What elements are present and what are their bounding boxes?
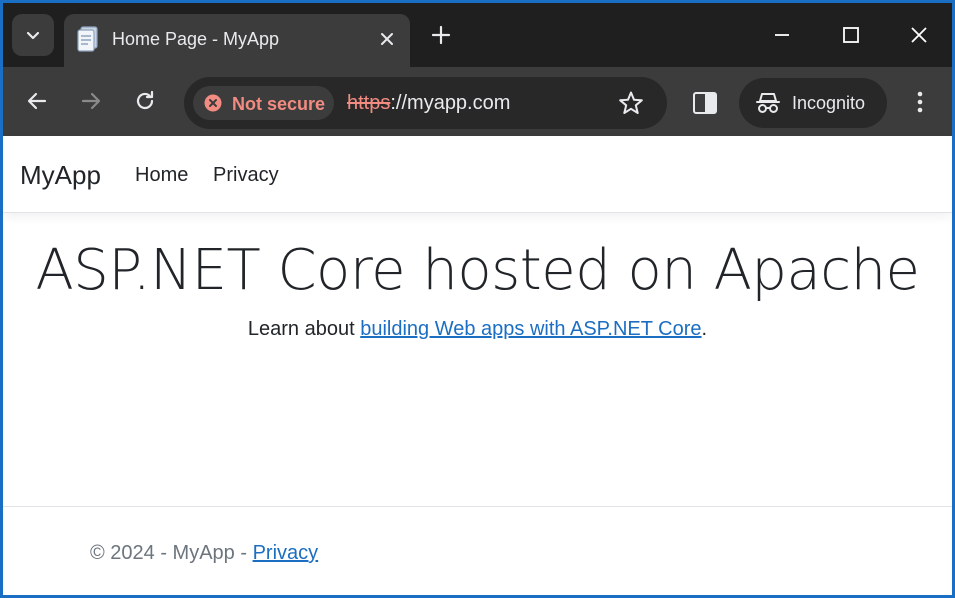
lead-prefix: Learn about <box>247 318 361 340</box>
arrow-right-icon <box>81 92 101 110</box>
docs-link[interactable]: building Web apps with ASP.NET Core <box>360 318 701 340</box>
active-tab[interactable]: Home Page - MyApp <box>64 14 410 67</box>
warning-circle-icon <box>204 94 222 112</box>
nav-link-privacy[interactable]: Privacy <box>213 164 279 187</box>
minimize-icon <box>775 34 789 36</box>
url-host: ://myapp.com <box>390 92 511 114</box>
tab-title: Home Page - MyApp <box>112 29 280 49</box>
brand-link[interactable]: MyApp <box>20 160 101 191</box>
browser-toolbar: Not secure https://myapp.com Incognito <box>3 67 952 136</box>
security-chip-label: Not secure <box>232 94 326 114</box>
chevron-down-icon <box>26 31 40 40</box>
url-scheme: https <box>347 92 391 114</box>
web-page: MyApp Home Privacy ASP.NET Core hosted o… <box>3 136 952 595</box>
page-title: ASP.NET Core hosted on Apache <box>35 238 920 303</box>
incognito-icon <box>756 93 780 113</box>
window-close-button[interactable] <box>905 21 933 49</box>
site-footer: © 2024 - MyApp - Privacy <box>3 506 952 595</box>
forward-button[interactable] <box>77 87 105 115</box>
minimize-button[interactable] <box>768 21 796 49</box>
star-icon[interactable] <box>618 90 644 116</box>
plus-icon[interactable] <box>430 24 452 46</box>
tab-strip: Home Page - MyApp <box>3 3 952 67</box>
browser-window: Home Page - MyApp Not secure https://mya… <box>3 3 952 595</box>
address-bar[interactable]: Not secure https://myapp.com <box>184 77 667 129</box>
footer-privacy-link[interactable]: Privacy <box>253 542 319 564</box>
footer-text: © 2024 - MyApp - Privacy <box>90 542 318 565</box>
maximize-button[interactable] <box>837 21 865 49</box>
nav-link-home[interactable]: Home <box>135 164 188 187</box>
url-text[interactable]: https://myapp.com <box>347 92 510 115</box>
kebab-menu-icon[interactable] <box>908 88 932 116</box>
copyright-text: © 2024 - MyApp - <box>90 542 253 564</box>
reload-icon <box>136 90 154 110</box>
back-button[interactable] <box>23 87 51 115</box>
tab-search-button[interactable] <box>12 14 54 56</box>
close-icon <box>911 27 927 43</box>
lead-paragraph: Learn about building Web apps with ASP.N… <box>3 318 952 341</box>
lead-suffix: . <box>701 318 708 340</box>
maximize-icon <box>843 27 859 43</box>
security-chip[interactable]: Not secure <box>193 86 334 120</box>
side-panel-icon[interactable] <box>692 91 718 115</box>
incognito-chip[interactable]: Incognito <box>739 78 887 128</box>
arrow-left-icon <box>27 92 47 110</box>
document-icon <box>77 26 98 52</box>
close-icon[interactable] <box>377 29 397 49</box>
incognito-label: Incognito <box>792 93 866 113</box>
reload-button[interactable] <box>131 87 159 115</box>
site-navbar: MyApp Home Privacy <box>3 136 952 213</box>
